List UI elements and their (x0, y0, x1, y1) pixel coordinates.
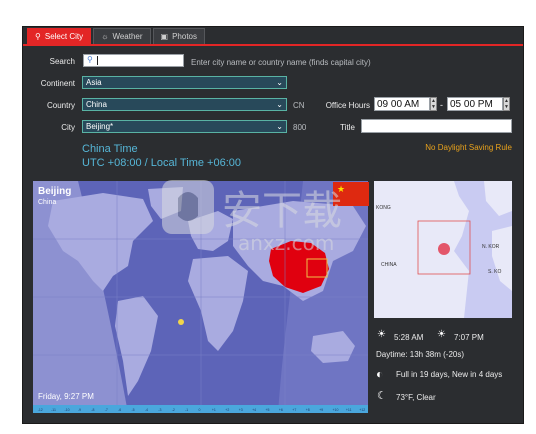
timeline-label: +6 (279, 408, 283, 412)
weather-icon: ☼ (101, 32, 109, 41)
office-hours-label: Office Hours (325, 101, 370, 110)
timeline-label: -1 (185, 408, 188, 412)
tab-label: Photos (172, 32, 197, 41)
map-local-time: Friday, 9:27 PM (38, 392, 94, 401)
office-hours-start[interactable]: 09 00 AM (374, 97, 430, 111)
tab-bar: ⚲ Select City ☼ Weather ▣ Photos (27, 28, 205, 44)
tab-label: Weather (112, 32, 143, 41)
tab-label: Select City (44, 32, 84, 41)
tab-underline (23, 44, 523, 46)
location-pin-icon: ⚲ (35, 32, 41, 41)
country-value: China (86, 100, 107, 109)
office-hours-separator: - (440, 100, 443, 110)
continent-value: Asia (86, 78, 102, 87)
country-select[interactable]: China ⌄ (82, 98, 287, 111)
city-select[interactable]: Beijing* ⌄ (82, 120, 287, 133)
search-icon: ⚲ (87, 55, 93, 64)
start-spinner[interactable]: ▲ ▼ (430, 97, 437, 111)
title-label: Title (340, 123, 355, 132)
search-hint: Enter city name or country name (finds c… (191, 58, 371, 67)
tab-weather[interactable]: ☼ Weather (93, 28, 151, 44)
weather-summary: 73°F, Clear (396, 393, 436, 402)
night-weather-icon: ☾ (377, 390, 387, 402)
timeline-label: +4 (252, 408, 256, 412)
timeline-label: -7 (105, 408, 108, 412)
timeline-label: -11 (51, 408, 56, 412)
timeline-label: +11 (346, 408, 352, 412)
dst-rule: No Daylight Saving Rule (425, 143, 512, 152)
timeline-label: +12 (359, 408, 365, 412)
sunset-time: 7:07 PM (454, 333, 484, 342)
country-code: CN (293, 101, 305, 110)
timeline-label: +3 (239, 408, 243, 412)
timeline-label: +8 (306, 408, 310, 412)
text-cursor (97, 56, 98, 65)
timeline-label: -5 (132, 408, 135, 412)
timeline-label: 0 (199, 408, 201, 412)
sunrise-time: 5:28 AM (394, 333, 424, 342)
minimap-label: N. KOR (482, 244, 500, 250)
sunrise-icon: ☀ (377, 329, 386, 340)
chevron-down-icon: ⌄ (276, 100, 283, 109)
timeline-label: -12 (38, 408, 43, 412)
sunset-icon: ☀ (437, 329, 446, 340)
map-country-name: China (38, 199, 57, 206)
timeline-label: -3 (158, 408, 161, 412)
city-label: City (61, 123, 75, 132)
search-label: Search (49, 57, 75, 66)
minimap-label: S. KO (488, 269, 502, 275)
timeline-label: -4 (145, 408, 148, 412)
city-code: 800 (293, 123, 307, 132)
timeline-label: -6 (118, 408, 121, 412)
timeline-label: +2 (225, 408, 229, 412)
tab-photos[interactable]: ▣ Photos (152, 28, 205, 44)
svg-text:安下载: 安下载 (222, 188, 342, 234)
timeline-label: +1 (212, 408, 216, 412)
office-hours-end[interactable]: 05 00 PM (447, 97, 503, 111)
timeline-label: +9 (319, 408, 323, 412)
end-spinner[interactable]: ▲ ▼ (503, 97, 510, 111)
timezone-offset: UTC +08:00 / Local Time +06:00 (82, 157, 241, 169)
timeline-label: -8 (91, 408, 94, 412)
timeline-label: -9 (78, 408, 81, 412)
continent-select[interactable]: Asia ⌄ (82, 76, 287, 89)
country-label: Country (46, 101, 75, 110)
chevron-down-icon: ⌄ (276, 122, 283, 131)
photo-icon: ▣ (160, 32, 169, 41)
minimap-label: CHINA (381, 262, 397, 268)
timeline-label: +10 (333, 408, 339, 412)
svg-text:anxz.com: anxz.com (238, 231, 334, 255)
moon-phase: Full in 19 days, New in 4 days (396, 370, 503, 379)
timezone-name: China Time (82, 143, 138, 155)
chevron-down-icon: ⌄ (276, 78, 283, 87)
search-input[interactable]: ⚲ (83, 54, 184, 67)
watermark-logo: 安下载 anxz.com (162, 180, 342, 255)
tab-select-city[interactable]: ⚲ Select City (27, 28, 92, 44)
timeline-label: -2 (172, 408, 175, 412)
timeline-label: -10 (65, 408, 70, 412)
city-value: Beijing* (86, 122, 114, 131)
timeline-label: +5 (266, 408, 270, 412)
map-city-name: Beijing (38, 186, 72, 197)
timeline-label: +7 (292, 408, 296, 412)
moon-icon: ◐ (376, 367, 384, 381)
daytime-length: Daytime: 13h 38m (-20s) (376, 350, 465, 359)
title-input[interactable] (361, 119, 512, 133)
continent-label: Continent (40, 79, 75, 88)
